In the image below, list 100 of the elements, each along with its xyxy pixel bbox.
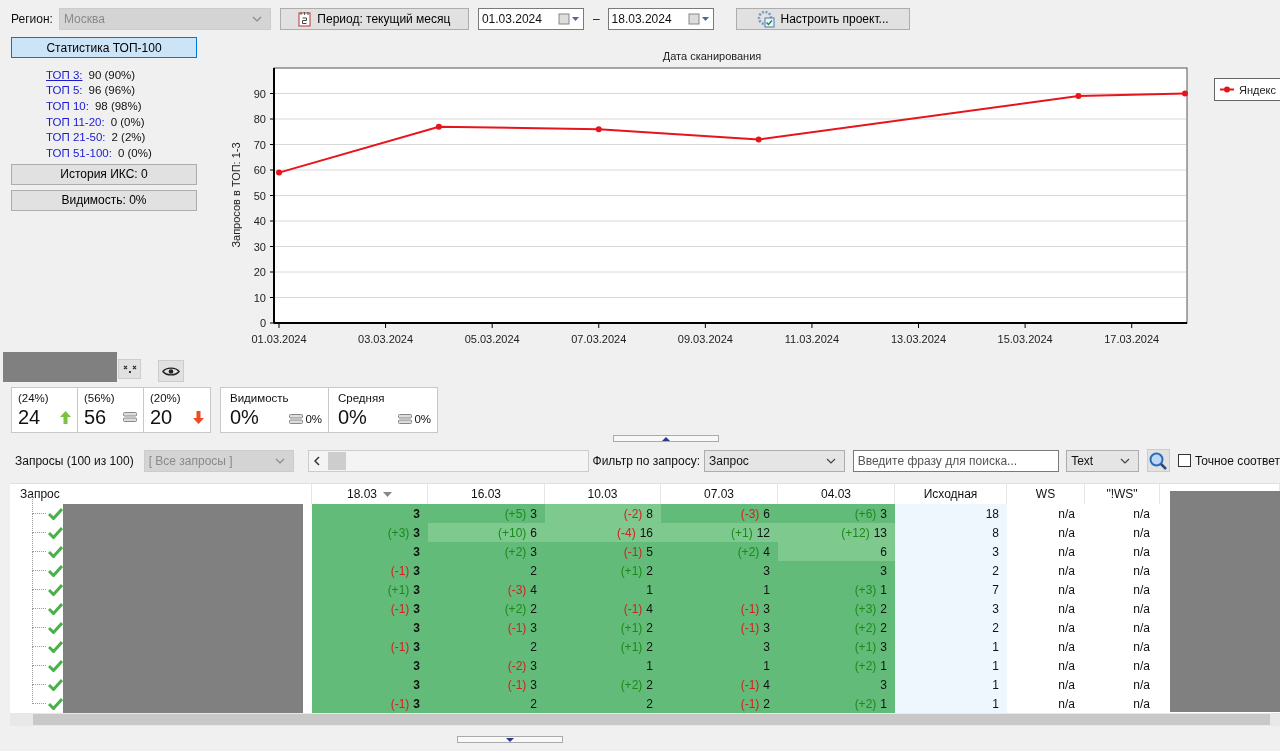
table-cell-text: n/a [1132,676,1151,694]
column-header[interactable]: "!WS" [1085,484,1160,504]
table-cell-text: n/a [1132,524,1151,542]
table-cell-text: n/a [1057,543,1076,561]
table-cell-text: n/a [1057,695,1076,713]
stat-percent: (24%) [18,392,50,405]
x-tick-label: 15.03.2024 [997,333,1053,345]
metric-label: Средняя [338,392,386,405]
tree-line [32,590,46,609]
splitter-handle[interactable] [613,435,719,442]
panel-button[interactable]: Видимость: 0% [11,189,197,211]
position-cell: (+1) 3 [312,580,428,599]
panel-button[interactable]: История ИКС: 0 [11,163,197,185]
settings-icon [756,10,775,28]
metric-value: 0% [230,405,259,429]
x-tick-label: 11.03.2024 [784,333,840,345]
data-point [755,136,762,143]
check-icon [48,697,63,710]
table-cell: 8 [895,523,1007,542]
settings-button[interactable]: Настроить проект... [735,8,910,30]
legend-marker-icon [1219,86,1235,93]
position-cell: (+3) 1 [778,580,895,599]
statistics-tab[interactable]: Статистика ТОП-100 [11,37,197,58]
search-button[interactable] [1147,449,1170,472]
data-point [435,123,442,130]
period-button[interactable]: Период: текущий месяц [279,8,469,30]
position-cell: (-1) 3 [312,599,428,618]
chevron-down-icon [1120,457,1130,464]
position-cell: 3 [312,542,428,561]
date-separator: – [592,12,600,26]
horizontal-scrollbar[interactable] [10,713,1280,726]
splitter-handle[interactable] [457,736,563,743]
position-cell: (+6) 3 [778,504,895,523]
y-tick-label: 40 [253,215,266,227]
legend-label: Яндекс [1239,84,1276,96]
position-cell: 1 [661,656,778,675]
stat-link[interactable]: ТОП 21-50: [46,131,106,144]
check-icon [48,526,63,539]
position-cell: (+10) 6 [428,523,545,542]
legend-box [1214,78,1280,101]
position-cell: (-1) 3 [661,599,778,618]
position-cell: (-1) 3 [661,618,778,637]
position-cell: (-2) 3 [428,656,545,675]
date-field[interactable]: 18.03.2024 [607,8,714,30]
table-cell-text: n/a [1057,505,1076,523]
column-header[interactable]: WS [1007,484,1085,504]
stat-link[interactable]: ТОП 11-20: [46,115,105,128]
stat-link[interactable]: ТОП 3: [46,68,83,81]
check-icon [48,545,63,558]
position-cell: (+2) 1 [778,656,895,675]
chevron-down-icon [251,16,262,22]
stat-number: 24 [18,405,41,429]
position-cell: (+2) 4 [661,542,778,561]
x-tick-label: 07.03.2024 [571,333,627,345]
position-cell: (+1) 12 [661,523,778,542]
search-field[interactable]: Введите фразу для поиска... [852,449,1060,472]
table-cell-text: n/a [1132,581,1151,599]
toolbar-button[interactable] [118,359,141,379]
exact-match-checkbox[interactable] [1177,454,1191,467]
position-cell: (-1) 3 [312,694,428,713]
x-tick-label: 09.03.2024 [677,333,733,345]
position-cell: 1 [545,580,661,599]
x-tick-label: 05.03.2024 [464,333,520,345]
position-cell: (-1) 4 [661,675,778,694]
table-cell: 7 [895,580,1007,599]
table-cell: 1 [895,637,1007,656]
y-tick-label: 10 [253,291,266,304]
horizontal-scrollbar[interactable] [308,449,589,472]
eye-icon [162,365,180,377]
position-cell: (+2) 2 [545,675,661,694]
position-cell: (-1) 3 [312,637,428,656]
table-cell: 1 [895,694,1007,713]
scroll-thumb[interactable] [328,451,347,470]
position-cell: 3 [312,618,428,637]
position-cell: (+2) 1 [778,694,895,713]
mode-select[interactable]: Text [1066,449,1139,472]
position-cell: 2 [428,561,545,580]
table-cell-text: n/a [1057,524,1076,542]
x-tick-label: 03.03.2024 [358,333,414,345]
y-tick-label: 50 [253,189,266,202]
tree-line [32,514,46,533]
field-select[interactable]: Запрос [704,449,845,472]
check-icon [48,602,63,615]
table-cell-text: n/a [1132,657,1151,675]
position-cell: (-1) 3 [428,675,545,694]
y-tick-label: 70 [253,138,266,151]
metric-change: 0% [305,413,322,425]
sort-descending-icon [383,491,392,497]
y-tick-label: 80 [253,113,266,125]
stat-link[interactable]: ТОП 51-100: [46,146,112,159]
toolbar-button[interactable] [158,360,184,382]
table-cell-text: n/a [1132,638,1151,656]
stat-link[interactable]: ТОП 5: [46,84,83,97]
arrow-up-icon [60,410,71,424]
table-cell: 1 [895,675,1007,694]
table-cell-text: n/a [1132,695,1151,713]
stat-link[interactable]: ТОП 10: [46,100,89,112]
metric-label: Видимость [230,392,290,405]
date-field[interactable]: 01.03.2024 [477,8,584,30]
equal-icon [289,414,304,424]
